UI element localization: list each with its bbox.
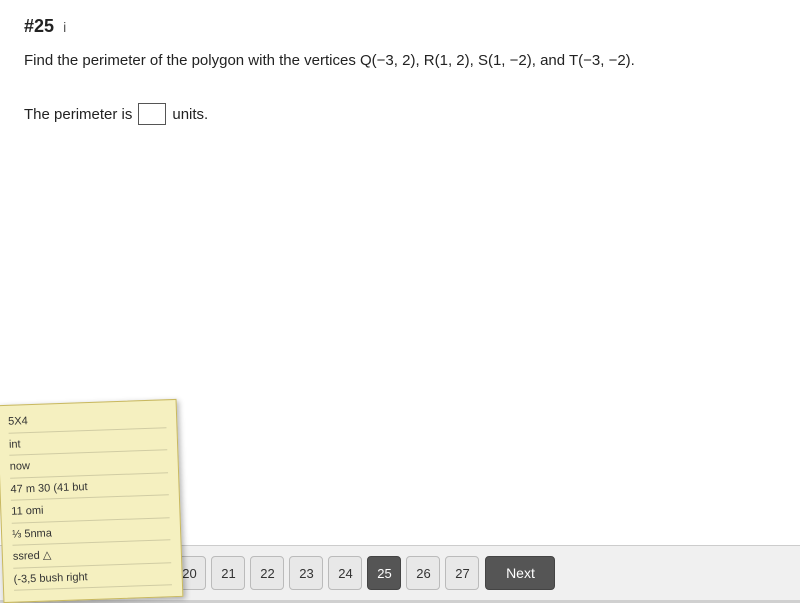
sticky-note: 5X4intnow47 m 30 (41 but 11 omi⅓ 5nmassr… <box>0 399 183 603</box>
answer-prefix: The perimeter is <box>24 106 132 123</box>
sticky-note-line-0: 5X4 <box>8 408 167 433</box>
page-btn-22[interactable]: 22 <box>250 556 284 590</box>
problem-number: #25 i <box>24 16 776 37</box>
sticky-note-line-3: 47 m 30 (41 but <box>10 476 169 501</box>
page-btn-21[interactable]: 21 <box>211 556 245 590</box>
info-icon[interactable]: i <box>63 19 66 35</box>
sticky-note-line-4: 11 omi <box>11 498 170 523</box>
answer-line: The perimeter is units. <box>24 103 776 125</box>
page-btn-24[interactable]: 24 <box>328 556 362 590</box>
page-btn-25[interactable]: 25 <box>367 556 401 590</box>
sticky-note-line-6: ssred △ <box>13 543 172 568</box>
question-body: Find the perimeter of the polygon with t… <box>24 52 635 69</box>
problem-number-text: #25 <box>24 16 54 36</box>
page-btn-23[interactable]: 23 <box>289 556 323 590</box>
sticky-note-line-5: ⅓ 5nma <box>12 521 171 546</box>
pagination-bar: Previous 18192021222324252627 Next 5X4in… <box>0 545 800 600</box>
sticky-note-line-2: now <box>9 453 168 478</box>
page-btn-26[interactable]: 26 <box>406 556 440 590</box>
page-btn-27[interactable]: 27 <box>445 556 479 590</box>
question-text: Find the perimeter of the polygon with t… <box>24 49 776 73</box>
next-button[interactable]: Next <box>485 556 555 590</box>
sticky-note-line-7: (-3,5 bush right <box>13 566 172 591</box>
answer-suffix: units. <box>172 106 208 123</box>
answer-input-box[interactable] <box>138 103 166 125</box>
sticky-note-line-1: int <box>9 431 168 456</box>
